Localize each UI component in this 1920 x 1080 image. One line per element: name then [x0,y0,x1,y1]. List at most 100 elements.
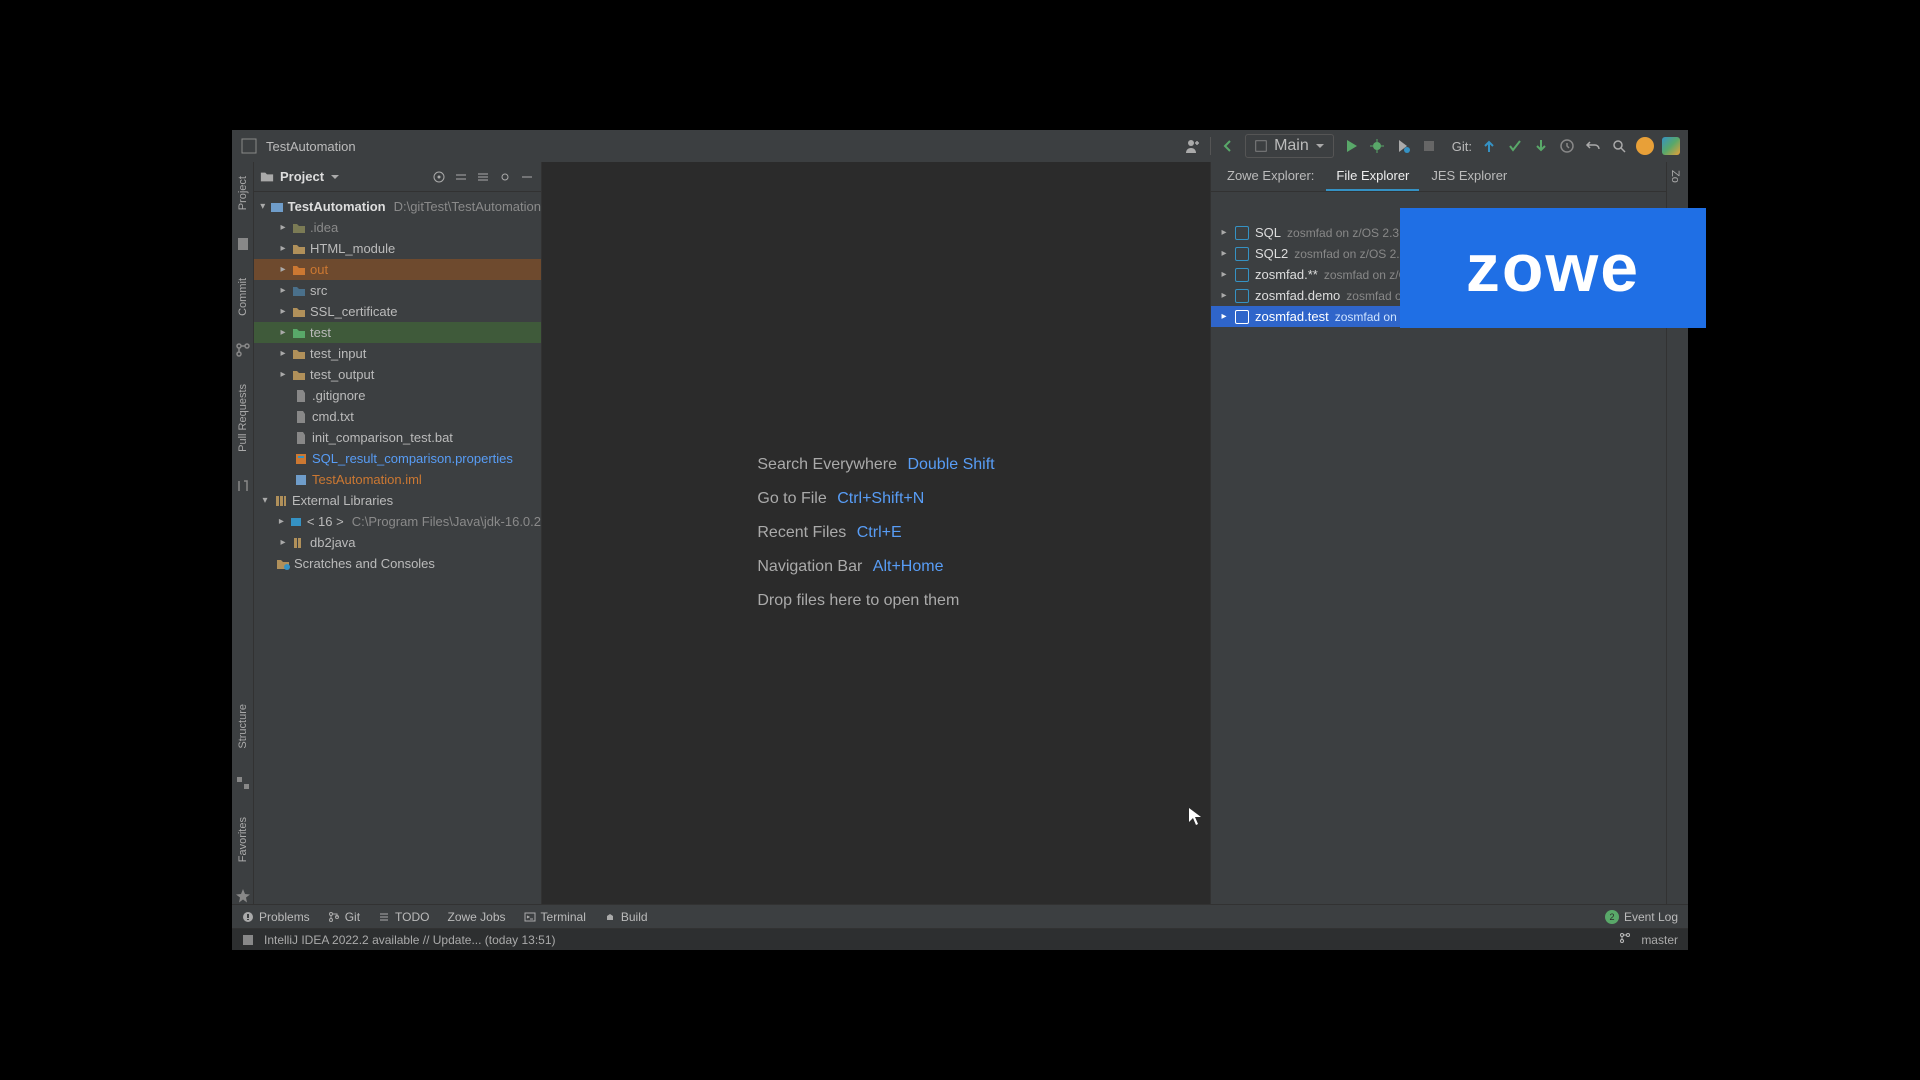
dataset-name: SQL [1255,225,1281,240]
tab-jes-explorer[interactable]: JES Explorer [1421,162,1517,191]
folder-icon [260,170,274,184]
ide-logo-icon[interactable] [1662,137,1680,155]
chevron-right-icon[interactable]: ▸ [278,243,288,254]
editor-area[interactable]: Search Everywhere Double Shift Go to Fil… [542,162,1210,904]
hint-shortcut: Ctrl+Shift+N [837,490,924,507]
chevron-right-icon[interactable]: ▸ [1219,290,1229,301]
undo-icon[interactable] [1584,137,1602,155]
git-push-icon[interactable] [1532,137,1550,155]
git-pull-icon[interactable] [1480,137,1498,155]
folder-icon [292,263,306,277]
tree-item-label: TestAutomation.iml [312,472,422,487]
search-icon[interactable] [1610,137,1628,155]
tree-item-ssl[interactable]: ▸ SSL_certificate [254,301,541,322]
tree-root[interactable]: ▾ TestAutomation D:\gitTest\TestAutomati… [254,196,541,217]
tool-tab-pull-requests[interactable]: Pull Requests [235,378,251,458]
tool-tab-commit[interactable]: Commit [235,272,251,322]
history-icon[interactable] [1558,137,1576,155]
hint-search-everywhere: Search Everywhere Double Shift [757,456,994,474]
tree-item-sql-props[interactable]: SQL_result_comparison.properties [254,448,541,469]
expand-all-icon[interactable] [453,169,469,185]
tree-item-test-input[interactable]: ▸ test_input [254,343,541,364]
tree-external-libs[interactable]: ▾ External Libraries [254,490,541,511]
chevron-right-icon[interactable]: ▸ [278,306,288,317]
tree-scratches[interactable]: Scratches and Consoles [254,553,541,574]
chevron-down-icon[interactable]: ▾ [260,201,266,212]
right-gutter-label[interactable]: Zo [1667,162,1683,191]
chevron-right-icon[interactable]: ▸ [278,516,285,527]
tree-item-db2java[interactable]: ▸ db2java [254,532,541,553]
chevron-right-icon[interactable]: ▸ [1219,248,1229,259]
tool-todo[interactable]: TODO [378,910,429,924]
status-message[interactable]: IntelliJ IDEA 2022.2 available // Update… [264,933,556,947]
dataset-sub: zosmfad on z/O [1324,268,1408,282]
avatar-icon[interactable] [1636,137,1654,155]
chevron-right-icon[interactable]: ▸ [278,369,288,380]
tree-item-test[interactable]: ▸ test [254,322,541,343]
tree-item-gitignore[interactable]: .gitignore [254,385,541,406]
tree-item-html-module[interactable]: ▸ HTML_module [254,238,541,259]
tool-git[interactable]: Git [328,910,360,924]
file-icon [294,431,308,445]
tool-label: Zowe Jobs [447,910,505,924]
tree-item-idea[interactable]: ▸ .idea [254,217,541,238]
dataset-icon [1235,247,1249,261]
folder-icon [292,305,306,319]
window-title: TestAutomation [266,139,356,154]
tree-item-label: .idea [310,220,338,235]
structure-icon[interactable] [235,775,251,791]
locate-icon[interactable] [431,169,447,185]
tool-tab-structure[interactable]: Structure [235,698,251,755]
collapse-all-icon[interactable] [475,169,491,185]
chevron-right-icon[interactable]: ▸ [1219,227,1229,238]
tree-item-out[interactable]: ▸ out [254,259,541,280]
star-icon[interactable] [235,888,251,904]
module-file-icon [294,473,308,487]
tool-problems[interactable]: Problems [242,910,310,924]
chevron-right-icon[interactable]: ▸ [1219,311,1229,322]
tree-item-iml[interactable]: TestAutomation.iml [254,469,541,490]
stop-icon[interactable] [1420,137,1438,155]
run-coverage-icon[interactable] [1394,137,1412,155]
chevron-down-icon[interactable]: ▾ [260,495,270,506]
bottom-tool-bar: Problems Git TODO Zowe Jobs Terminal Bui… [232,904,1688,928]
tree-item-init-bat[interactable]: init_comparison_test.bat [254,427,541,448]
run-config-selector[interactable]: Main [1245,134,1334,158]
git-commit-icon[interactable] [1506,137,1524,155]
chevron-right-icon[interactable]: ▸ [278,264,288,275]
jdk-path: C:\Program Files\Java\jdk-16.0.2 [352,514,541,529]
chevron-right-icon[interactable]: ▸ [278,285,288,296]
tree-item-cmd[interactable]: cmd.txt [254,406,541,427]
project-tree[interactable]: ▾ TestAutomation D:\gitTest\TestAutomati… [254,192,541,904]
run-icon[interactable] [1342,137,1360,155]
tab-file-explorer[interactable]: File Explorer [1326,162,1419,191]
gear-icon[interactable] [497,169,513,185]
tool-tab-favorites[interactable]: Favorites [235,811,251,868]
debug-icon[interactable] [1368,137,1386,155]
tree-item-src[interactable]: ▸ src [254,280,541,301]
tool-tab-project[interactable]: Project [235,170,251,216]
tree-item-test-output[interactable]: ▸ test_output [254,364,541,385]
chevron-down-icon[interactable] [330,172,340,182]
tool-terminal[interactable]: Terminal [524,910,586,924]
chevron-right-icon[interactable]: ▸ [278,537,288,548]
branch-icon[interactable] [1619,932,1631,947]
tree-item-label: test_input [310,346,366,361]
tool-zowe-jobs[interactable]: Zowe Jobs [447,910,505,924]
tool-build[interactable]: Build [604,910,648,924]
branch-name[interactable]: master [1641,933,1678,947]
chevron-right-icon[interactable]: ▸ [278,222,288,233]
pr-icon[interactable] [235,478,251,494]
minimize-icon[interactable] [519,169,535,185]
branch-icon[interactable] [235,342,251,358]
bookmarks-icon[interactable] [235,236,251,252]
chevron-right-icon[interactable]: ▸ [278,327,288,338]
tree-item-jdk[interactable]: ▸ < 16 > C:\Program Files\Java\jdk-16.0.… [254,511,541,532]
back-arrow-icon[interactable] [1219,137,1237,155]
tool-event-log[interactable]: 2 Event Log [1605,910,1678,924]
project-panel-header: Project [254,162,541,192]
chevron-right-icon[interactable]: ▸ [278,348,288,359]
chevron-right-icon[interactable]: ▸ [1219,269,1229,280]
add-user-icon[interactable] [1184,137,1202,155]
tab-zowe-explorer[interactable]: Zowe Explorer: [1217,162,1324,191]
